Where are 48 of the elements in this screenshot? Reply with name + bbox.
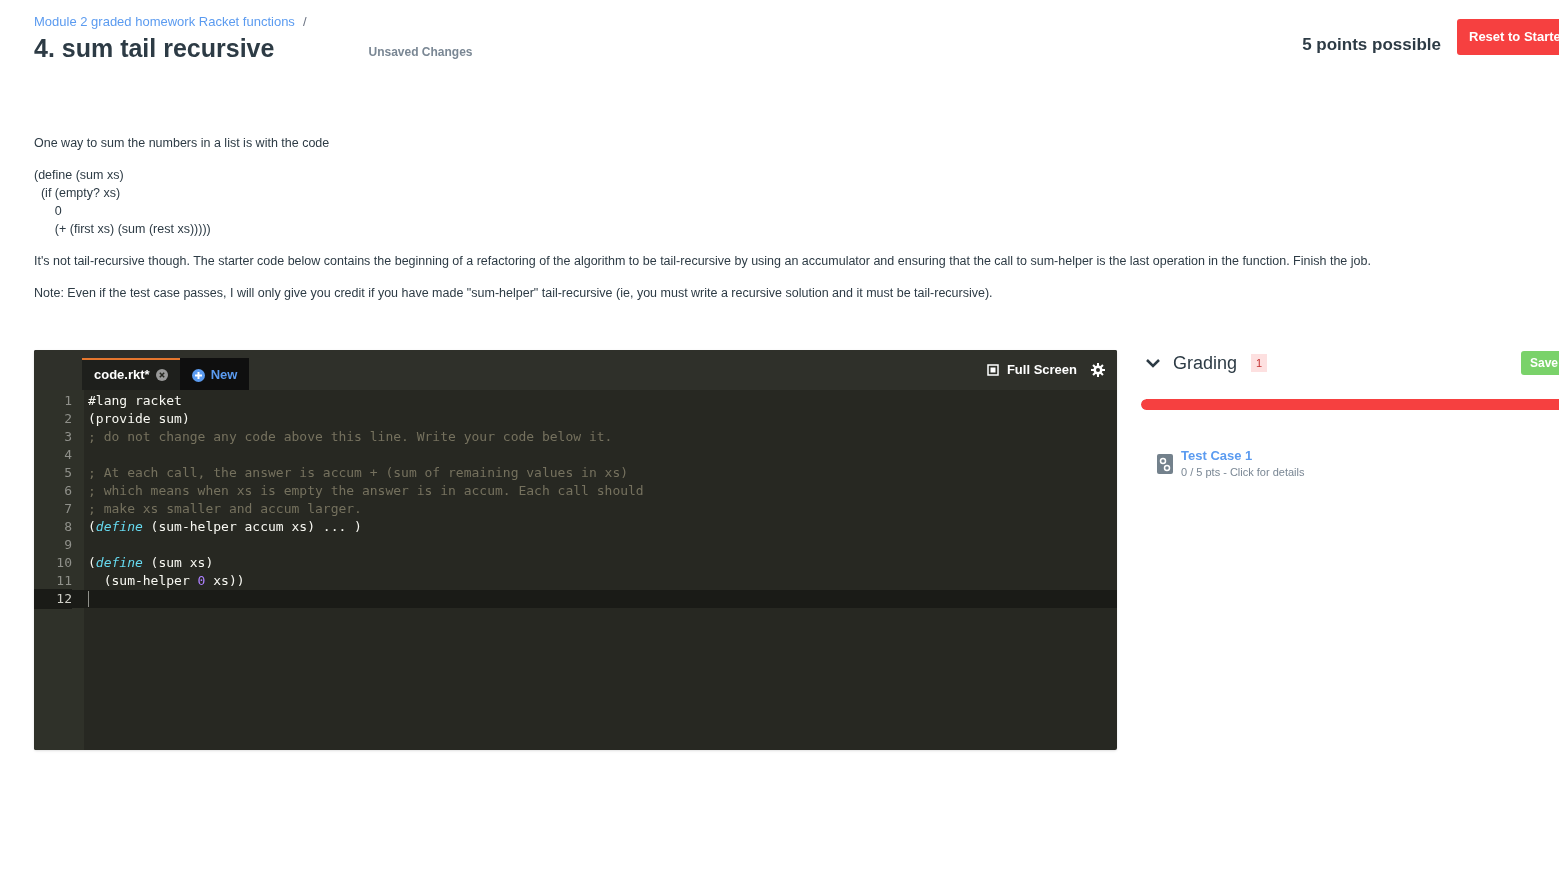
paragraph: It's not tail-recursive though. The starter code below contains the beginning of a refactoring of the algorithm to be tail-recursive by using an accumulator and ensuring that the call to sum-helper is the last operation in the function. Finish the job. xyxy=(34,253,1372,270)
text-cursor xyxy=(88,591,89,607)
gears-icon xyxy=(1157,454,1173,474)
line-number: 7 xyxy=(63,500,72,519)
code-line: (+ (first xs) (sum (rest xs))))) xyxy=(53,221,211,238)
page-title: 4. sum tail recursive xyxy=(34,32,276,64)
line-number: 11 xyxy=(55,572,72,591)
test-case-link[interactable]: Test Case 1 xyxy=(1181,448,1253,464)
breadcrumb-separator: / xyxy=(302,13,307,31)
settings-icon[interactable] xyxy=(1091,363,1105,377)
plus-circle-icon xyxy=(191,368,205,382)
editor-tab[interactable]: New xyxy=(179,358,250,390)
close-icon[interactable] xyxy=(155,369,168,381)
save-button[interactable]: Save xyxy=(1521,351,1559,375)
line-number: 1 xyxy=(63,392,72,411)
code-line: (sum-helper 0 xs)) xyxy=(102,572,245,591)
grading-title: Grading xyxy=(1173,351,1238,375)
code-line: 0 xyxy=(53,203,62,220)
line-number: 5 xyxy=(63,464,72,483)
paragraph: One way to sum the numbers in a list is with the code xyxy=(34,135,331,152)
points-possible: 5 points possible xyxy=(1302,34,1441,56)
code-line: ; which means when xs is empty the answer is in accum. Each call should xyxy=(88,482,644,501)
line-number: 12 xyxy=(34,589,72,609)
line-number: 3 xyxy=(63,428,72,447)
editor-tab[interactable]: code.rkt* xyxy=(82,358,180,390)
save-status: Unsaved Changes xyxy=(368,44,473,61)
line-number: 2 xyxy=(63,410,72,429)
code-line: ; make xs smaller and accum larger. xyxy=(88,500,362,519)
code-line: (define (sum-helper accum xs) ... ) xyxy=(88,518,362,537)
line-number: 10 xyxy=(55,554,72,573)
line-number: 9 xyxy=(63,536,72,555)
full-screen-icon xyxy=(986,364,999,376)
test-case-detail: 0 / 5 pts - Click for details xyxy=(1181,465,1305,480)
code-line: ; do not change any code above this line. Write your code below it. xyxy=(88,428,613,447)
line-number: 8 xyxy=(63,518,72,537)
code-line: #lang racket xyxy=(88,392,182,411)
line-number: 4 xyxy=(63,446,72,465)
code-line: (if (empty? xs) xyxy=(39,185,121,202)
paragraph: Note: Even if the test case passes, I will only give you credit if you have made "sum-helper" tail-recursive (ie, you must write a recursive solution and it must be tail-recursive). xyxy=(34,285,994,302)
line-number: 6 xyxy=(63,482,72,501)
chevron-down-icon[interactable] xyxy=(1145,358,1161,368)
code-line: ; At each call, the answer is accum + (sum of remaining values in xs) xyxy=(88,464,629,483)
full-screen-button[interactable]: Full Screen xyxy=(986,350,1077,390)
grading-count: 1 xyxy=(1251,353,1268,373)
code-line: (define (sum xs) xyxy=(88,554,214,573)
breadcrumb-link[interactable]: Module 2 graded homework Racket functions xyxy=(34,12,295,32)
code-line: (provide sum) xyxy=(88,410,190,429)
code-line: (define (sum xs) xyxy=(34,167,124,184)
